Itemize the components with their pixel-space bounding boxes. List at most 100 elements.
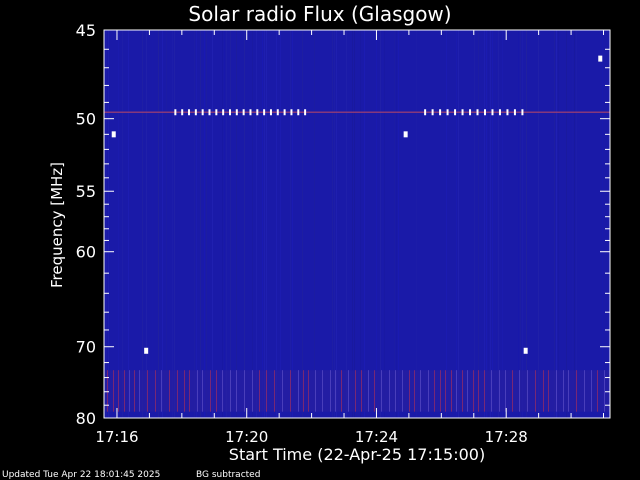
burst-point [144,347,149,354]
noise-streak [576,30,577,418]
interference-pulse [439,109,442,116]
noise-streak [394,30,395,418]
band-streak [335,370,336,412]
noise-streak [174,30,175,418]
band-streak [548,370,549,412]
interference-pulse [249,109,252,116]
interference-pulse [469,109,472,116]
band-streak [462,370,463,412]
band-streak [244,370,245,412]
band-streak [591,370,592,412]
noise-streak [446,30,447,418]
noise-streak [264,30,265,418]
band-streak [543,370,544,412]
noise-streak [290,30,291,418]
field-background [104,30,610,418]
noisy-band [104,370,610,412]
noise-streak [602,30,603,418]
noise-streak [292,30,293,418]
noise-streak [384,30,385,418]
band-streak [456,370,457,412]
band-streak [118,370,119,412]
band-streak [604,370,605,412]
interference-pulse [513,109,516,116]
band-streak [348,370,349,412]
band-streak [451,370,452,412]
band-streak [124,370,125,412]
band-streak [290,370,291,412]
band-streak [274,370,275,412]
interference-pulse [290,109,293,116]
noise-streak [538,30,539,418]
band-streak [563,370,564,412]
noise-streak [166,30,167,418]
x-axis-label: Start Time (22-Apr-25 17:15:00) [228,445,486,464]
band-streak [381,370,382,412]
noise-streak [554,30,555,418]
band-streak [315,370,316,412]
band-streak [584,370,585,412]
noise-streak [360,30,361,418]
band-streak [322,370,323,412]
y-tick-label: 70 [76,338,96,357]
band-streak [147,370,148,412]
noise-streak [224,30,225,418]
noise-streak [244,30,245,418]
burst-point [403,131,408,138]
noise-streak [558,30,559,418]
interference-pulse [208,109,211,116]
noise-streak [478,30,479,418]
noise-streak [364,30,365,418]
interference-pulse [283,109,286,116]
noise-streak [236,30,237,418]
band-streak [230,370,231,412]
noise-streak [204,30,205,418]
noise-streak [122,30,123,418]
band-streak [161,370,162,412]
band-streak [216,370,217,412]
noise-streak [146,30,147,418]
band-streak [303,370,304,412]
band-streak [129,370,130,412]
band-streak [202,370,203,412]
noise-streak [354,30,355,418]
noise-streak [336,30,337,418]
x-tick-label: 17:20 [225,428,268,446]
noise-streak [230,30,231,418]
band-streak [527,370,528,412]
interference-pulse [194,109,197,116]
band-streak [434,370,435,412]
band-streak [478,370,479,412]
interference-pulse [263,109,266,116]
band-streak [308,370,309,412]
band-streak [361,370,362,412]
noise-streak [502,30,503,418]
band-streak [535,370,536,412]
interference-pulse [174,109,177,116]
band-streak [473,370,474,412]
noise-streak [346,30,347,418]
band-streak [499,370,500,412]
band-streak [252,370,253,412]
noise-streak [128,30,129,418]
noise-streak [172,30,173,418]
noise-streak [382,30,383,418]
noise-streak [520,30,521,418]
interference-pulse [188,109,191,116]
interference-pulse [461,109,464,116]
band-streak [556,370,557,412]
interference-pulse [476,109,479,116]
noise-streak [556,30,557,418]
noise-streak [474,30,475,418]
noise-streak [162,30,163,418]
x-tick-label: 17:16 [95,428,138,446]
interference-pulse [446,109,449,116]
band-streak [266,370,267,412]
band-streak [197,370,198,412]
noise-streak [276,30,277,418]
noise-streak [266,30,267,418]
interference-pulse [256,109,259,116]
band-streak [259,370,260,412]
interference-pulse [454,109,457,116]
noise-streak [398,30,399,418]
